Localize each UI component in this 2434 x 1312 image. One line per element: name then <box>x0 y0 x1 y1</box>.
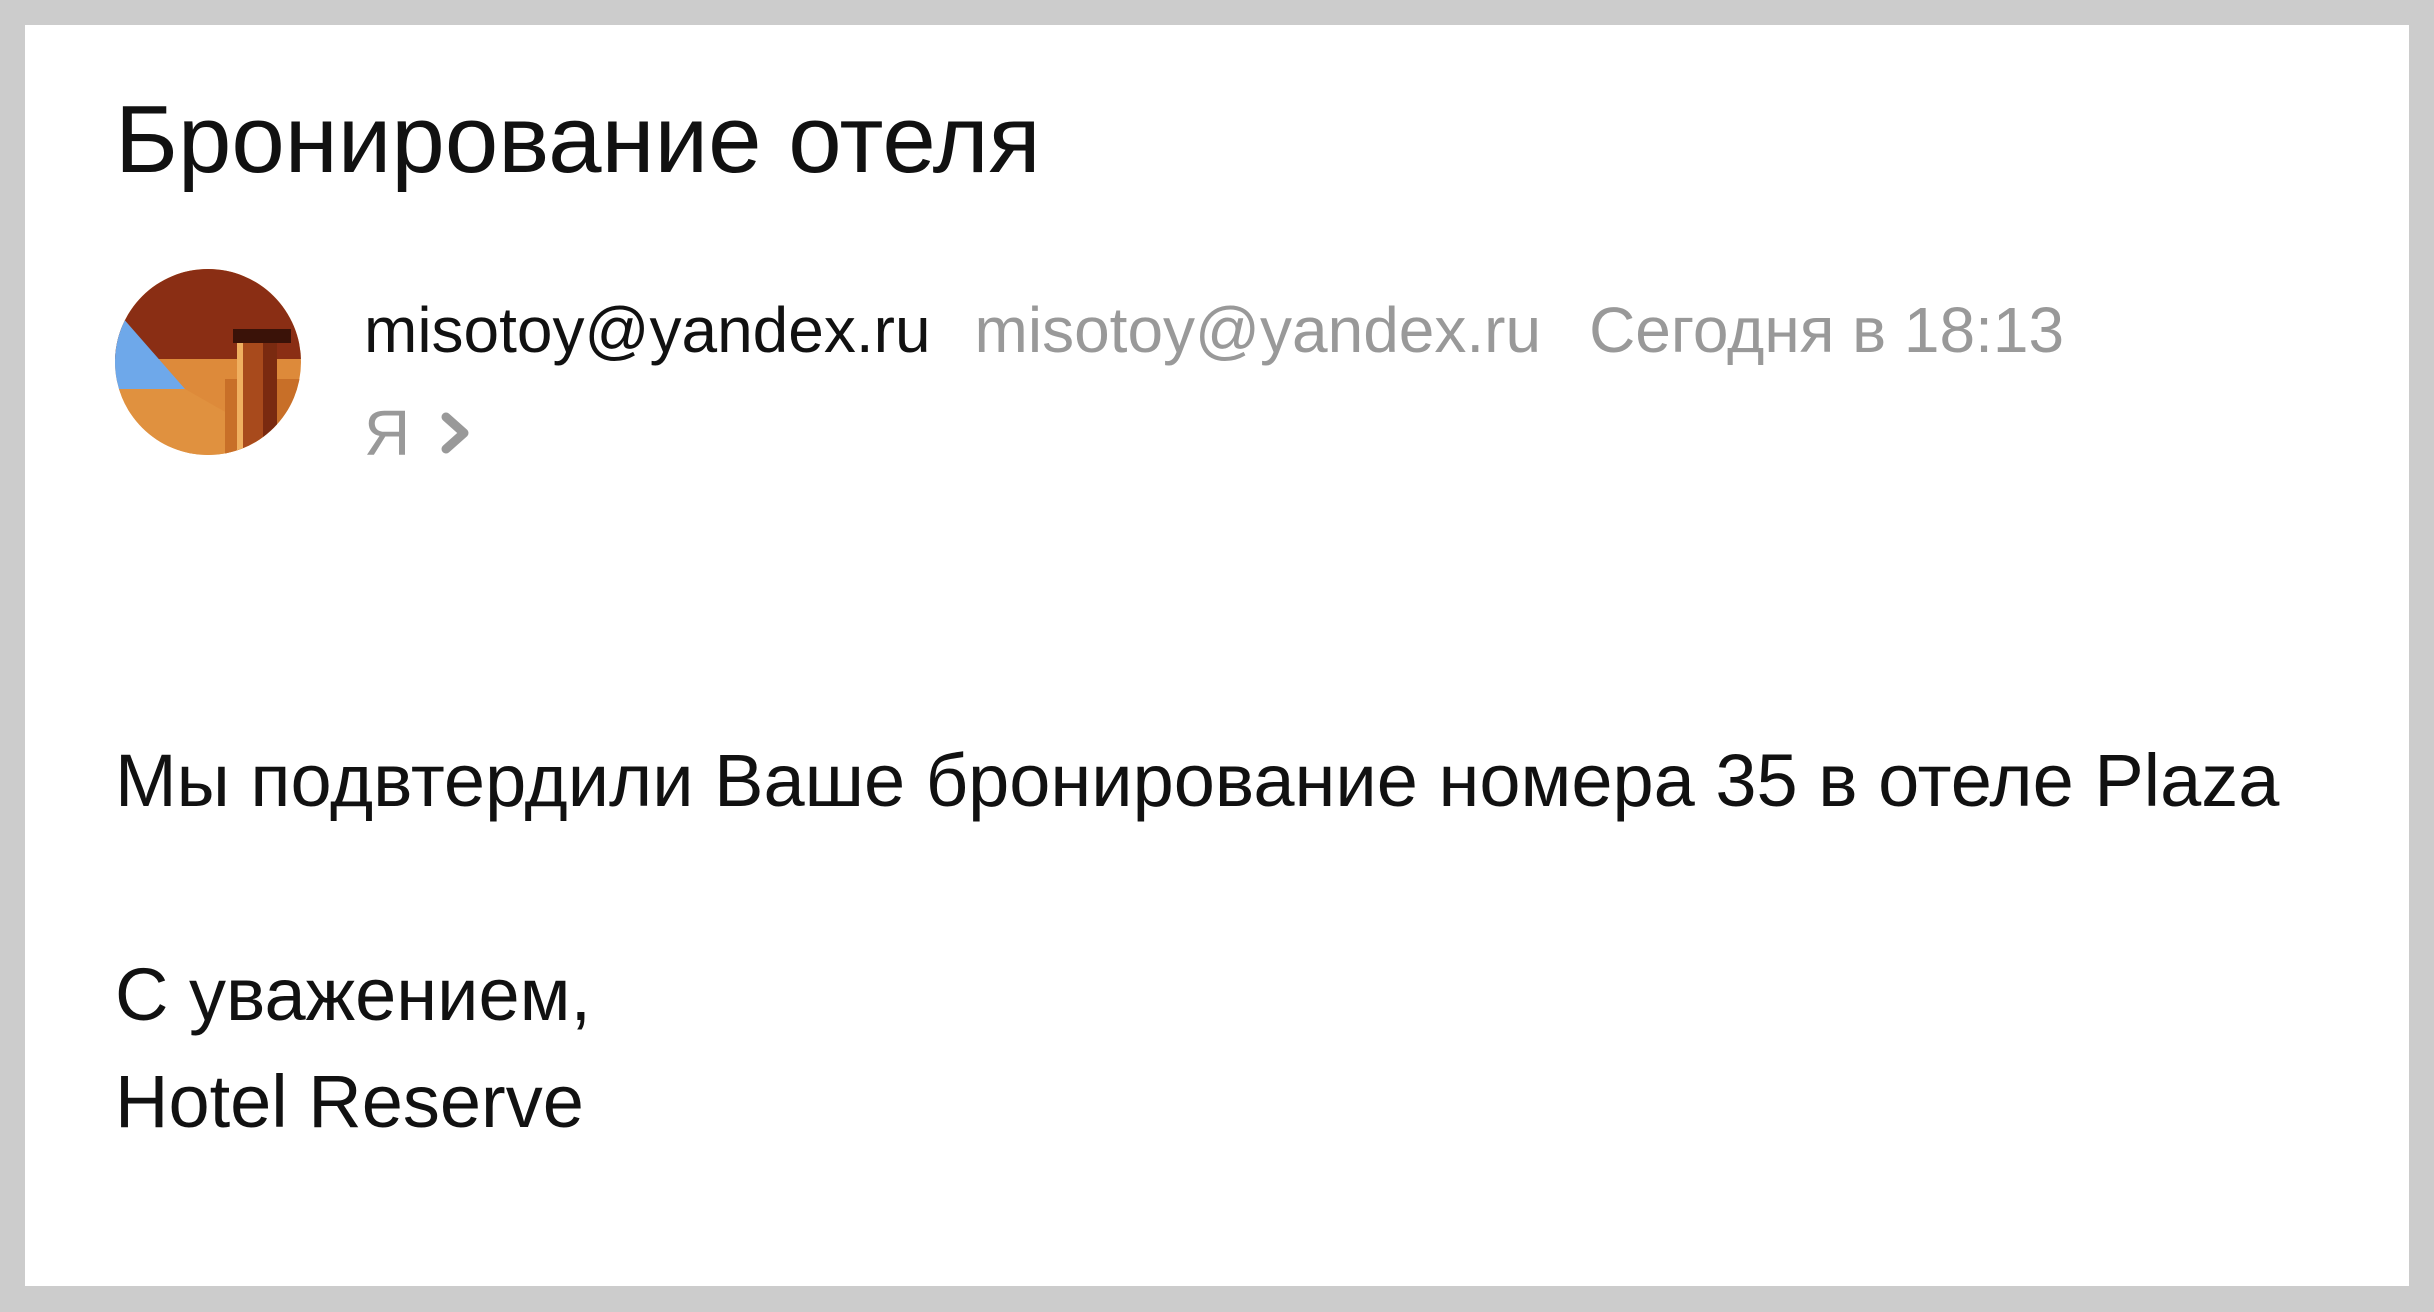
sender-info: misotoy@yandex.ru misotoy@yandex.ru Сего… <box>364 280 2064 380</box>
recipient-label: Я <box>364 397 411 469</box>
sender-avatar[interactable] <box>115 269 301 455</box>
recipient-toggle[interactable]: Я <box>364 383 476 483</box>
chevron-right-icon[interactable] <box>436 403 476 463</box>
body-paragraph: Мы подвтердили Ваше бронирование номера … <box>115 739 2280 822</box>
email-body: Мы подвтердили Ваше бронирование номера … <box>115 727 2355 1155</box>
avatar-photo-icon <box>115 269 301 455</box>
email-view: Бронирование отеля misotoy@yandex.ru mis… <box>25 25 2409 1286</box>
sent-date: Сегодня в 18:13 <box>1589 294 2065 366</box>
body-closing: С уважением, <box>115 953 592 1036</box>
sender-email[interactable]: misotoy@yandex.ru <box>975 293 1542 367</box>
email-subject: Бронирование отеля <box>115 86 1041 193</box>
sender-name[interactable]: misotoy@yandex.ru <box>364 293 931 367</box>
body-signature: Hotel Reserve <box>115 1060 584 1143</box>
